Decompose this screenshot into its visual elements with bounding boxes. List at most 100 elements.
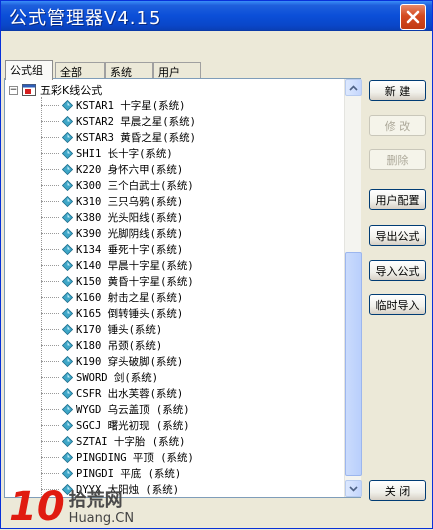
formula-manager-window: 公式管理器V4.15 公式组 全部 系统 用户 − 五彩K线公式 KSTAR1 … [0, 0, 433, 529]
formula-gem-icon [62, 147, 73, 159]
tab-user[interactable]: 用户 [153, 62, 201, 79]
tree-item[interactable]: K380 光头阳线(系统) [41, 209, 183, 225]
scroll-up-button[interactable] [345, 79, 362, 96]
tree-item[interactable]: K300 三个白武士(系统) [41, 177, 194, 193]
edit-button[interactable]: 修 改 [369, 115, 426, 136]
tree-item[interactable]: K190 穿头破脚(系统) [41, 353, 183, 369]
tree-item-label: CSFR 出水芙蓉(系统) [76, 387, 184, 400]
formula-gem-icon [62, 355, 73, 367]
tree-item-label: K300 三个白武士(系统) [76, 179, 194, 192]
tree-item[interactable]: WYGD 乌云盖顶 (系统) [41, 401, 190, 417]
tree-item-label: K180 吊颈(系统) [76, 339, 163, 352]
watermark-number: 10 [9, 484, 65, 530]
formula-gem-icon [62, 99, 73, 111]
formula-gem-icon [62, 307, 73, 319]
delete-button[interactable]: 删除 [369, 149, 426, 170]
tab-strip: 公式组 全部 系统 用户 [5, 60, 201, 80]
formula-gem-icon [62, 371, 73, 383]
title-bar[interactable]: 公式管理器V4.15 [1, 1, 432, 31]
formula-gem-icon [62, 435, 73, 447]
formula-gem-icon [62, 275, 73, 287]
tree-item[interactable]: K140 早晨十字星(系统) [41, 257, 194, 273]
site-watermark: 10 拾荒网 Huang.CN [9, 481, 134, 527]
tab-system[interactable]: 系统 [105, 62, 153, 79]
tree-item-label: SHI1 长十字(系统) [76, 147, 173, 160]
tree-item[interactable]: K180 吊颈(系统) [41, 337, 162, 353]
formula-gem-icon [62, 243, 73, 255]
tree-item[interactable]: SGCJ 曙光初现 (系统) [41, 417, 190, 433]
tree-item-label: K310 三只乌鸦(系统) [76, 195, 184, 208]
tree-item-label: K134 垂死十字(系统) [76, 243, 184, 256]
watermark-cn: 拾荒网 [68, 490, 123, 511]
formula-gem-icon [62, 339, 73, 351]
tree-item[interactable]: K220 身怀六甲(系统) [41, 161, 183, 177]
watermark-en: Huang.CN [68, 511, 135, 526]
formula-gem-icon [62, 291, 73, 303]
close-button[interactable]: 关 闭 [369, 480, 426, 501]
tree-item[interactable]: PINGDING 平顶 (系统) [41, 449, 194, 465]
tree-item[interactable]: KSTAR3 黄昏之星(系统) [41, 129, 196, 145]
tree-item-label: SGCJ 曙光初现 (系统) [76, 419, 190, 432]
vertical-scrollbar[interactable] [344, 79, 362, 497]
tree-item-label: K165 倒转锤头(系统) [76, 307, 184, 320]
tree-item[interactable]: KSTAR2 早晨之星(系统) [41, 113, 196, 129]
tree-item[interactable]: K160 射击之星(系统) [41, 289, 183, 305]
temp-import-button[interactable]: 临时导入 [369, 294, 426, 315]
tree-item-label: K190 穿头破脚(系统) [76, 355, 184, 368]
scroll-down-button[interactable] [345, 480, 362, 497]
tree-root[interactable]: − 五彩K线公式 [9, 83, 102, 97]
chevron-down-icon [349, 485, 358, 492]
tree-item-label: KSTAR2 早晨之星(系统) [76, 115, 196, 128]
tree-item[interactable]: SWORD 剑(系统) [41, 369, 158, 385]
tree-item-label: SWORD 剑(系统) [76, 371, 159, 384]
formula-gem-icon [62, 163, 73, 175]
tree-item[interactable]: K150 黄昏十字星(系统) [41, 273, 194, 289]
collapse-icon[interactable]: − [9, 85, 18, 95]
formula-gem-icon [62, 179, 73, 191]
formula-gem-icon [62, 467, 73, 479]
formula-gem-icon [62, 211, 73, 223]
tree-item-label: K390 光脚阴线(系统) [76, 227, 184, 240]
tree-item-label: K160 射击之星(系统) [76, 291, 184, 304]
formula-tree[interactable]: − 五彩K线公式 KSTAR1 十字星(系统) KSTAR2 早晨之星(系统) … [5, 79, 344, 497]
formula-gem-icon [62, 131, 73, 143]
window-close-button[interactable] [400, 4, 426, 30]
tree-item-label: PINGDING 平顶 (系统) [76, 451, 194, 464]
tree-item-label: K380 光头阳线(系统) [76, 211, 184, 224]
tree-item[interactable]: K310 三只乌鸦(系统) [41, 193, 183, 209]
tree-item[interactable]: K390 光脚阴线(系统) [41, 225, 183, 241]
close-icon [406, 10, 420, 24]
formula-gem-icon [62, 451, 73, 463]
tree-item-label: KSTAR1 十字星(系统) [76, 99, 186, 112]
tree-item[interactable]: KSTAR1 十字星(系统) [41, 97, 185, 113]
tab-formula-group[interactable]: 公式组 [5, 60, 53, 80]
tree-item[interactable]: K170 锤头(系统) [41, 321, 162, 337]
export-formula-button[interactable]: 导出公式 [369, 225, 426, 246]
formula-gem-icon [62, 259, 73, 271]
formula-gem-icon [62, 419, 73, 431]
tree-item-label: KSTAR3 黄昏之星(系统) [76, 131, 196, 144]
formula-gem-icon [62, 387, 73, 399]
tree-item[interactable]: SHI1 长十字(系统) [41, 145, 173, 161]
tree-item-label: PINGDI 平底 (系统) [76, 467, 182, 480]
tree-item-label: K150 黄昏十字星(系统) [76, 275, 194, 288]
chevron-up-icon [349, 84, 358, 91]
tree-item[interactable]: SZTAI 十字胎 (系统) [41, 433, 185, 449]
user-config-button[interactable]: 用户配置 [369, 189, 426, 210]
new-button[interactable]: 新 建 [369, 80, 426, 101]
tree-item-label: SZTAI 十字胎 (系统) [76, 435, 186, 448]
formula-gem-icon [62, 195, 73, 207]
tree-item[interactable]: K165 倒转锤头(系统) [41, 305, 183, 321]
import-formula-button[interactable]: 导入公式 [369, 260, 426, 281]
tree-item[interactable]: K134 垂死十字(系统) [41, 241, 183, 257]
formula-gem-icon [62, 227, 73, 239]
window-title: 公式管理器V4.15 [9, 8, 162, 29]
tree-item-label: K140 早晨十字星(系统) [76, 259, 194, 272]
tree-item[interactable]: PINGDI 平底 (系统) [41, 465, 181, 481]
formula-gem-icon [62, 323, 73, 335]
scroll-thumb[interactable] [345, 252, 362, 476]
tree-item[interactable]: CSFR 出水芙蓉(系统) [41, 385, 183, 401]
formula-gem-icon [62, 403, 73, 415]
tab-all[interactable]: 全部 [55, 62, 105, 79]
tree-item-label: K220 身怀六甲(系统) [76, 163, 184, 176]
